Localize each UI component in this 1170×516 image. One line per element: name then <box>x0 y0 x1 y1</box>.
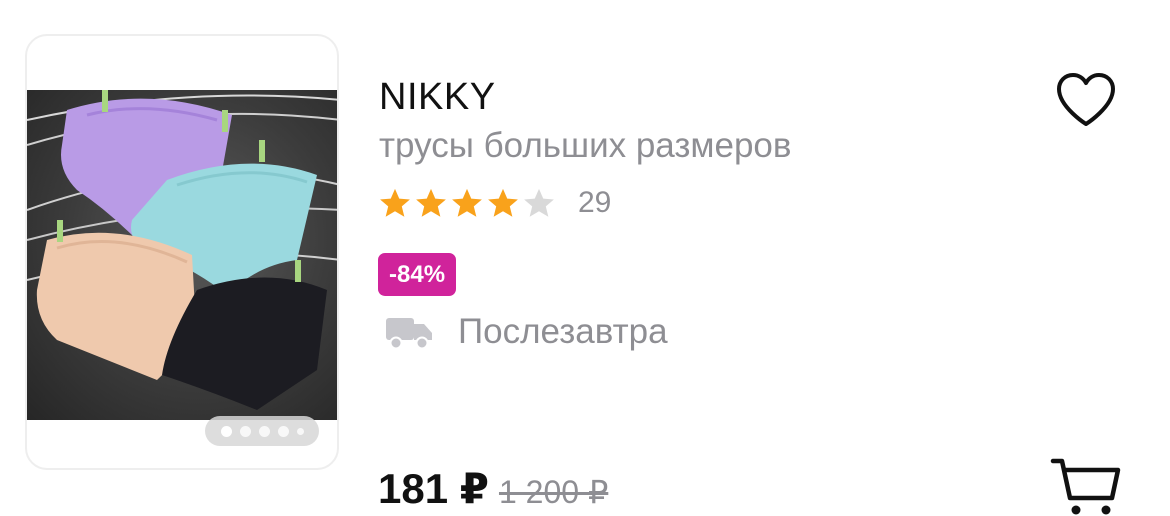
star-icon <box>488 188 518 217</box>
heart-outline-icon[interactable] <box>1055 72 1117 128</box>
price-current: 181 ₽ <box>378 465 489 512</box>
product-photo[interactable] <box>27 90 337 420</box>
discount-badge: -84% <box>378 253 457 296</box>
rating-stars <box>378 186 556 220</box>
cart-icon[interactable] <box>1050 456 1122 516</box>
delivery-date: Послезавтра <box>458 312 668 351</box>
product-image-card[interactable] <box>25 34 339 470</box>
product-brand[interactable]: NIKKY <box>379 76 496 119</box>
gallery-dot[interactable] <box>296 427 304 435</box>
gallery-dot-active[interactable] <box>220 425 232 437</box>
gallery-dot[interactable] <box>277 425 289 437</box>
gallery-pagination[interactable] <box>205 416 319 446</box>
star-icon <box>380 188 410 217</box>
gallery-dot[interactable] <box>258 425 270 437</box>
product-title[interactable]: трусы больших размеров <box>379 126 791 166</box>
gallery-dot[interactable] <box>239 425 251 437</box>
star-empty-icon <box>524 188 554 217</box>
delivery-info: Послезавтра <box>384 312 668 352</box>
star-icon <box>416 188 446 217</box>
price-block: 181 ₽ 1 200 ₽ <box>378 464 608 513</box>
star-icon <box>452 188 482 217</box>
rating-count: 29 <box>578 186 612 219</box>
product-rating[interactable]: 29 <box>378 186 611 220</box>
truck-icon <box>386 318 432 350</box>
price-old: 1 200 ₽ <box>498 474 609 510</box>
